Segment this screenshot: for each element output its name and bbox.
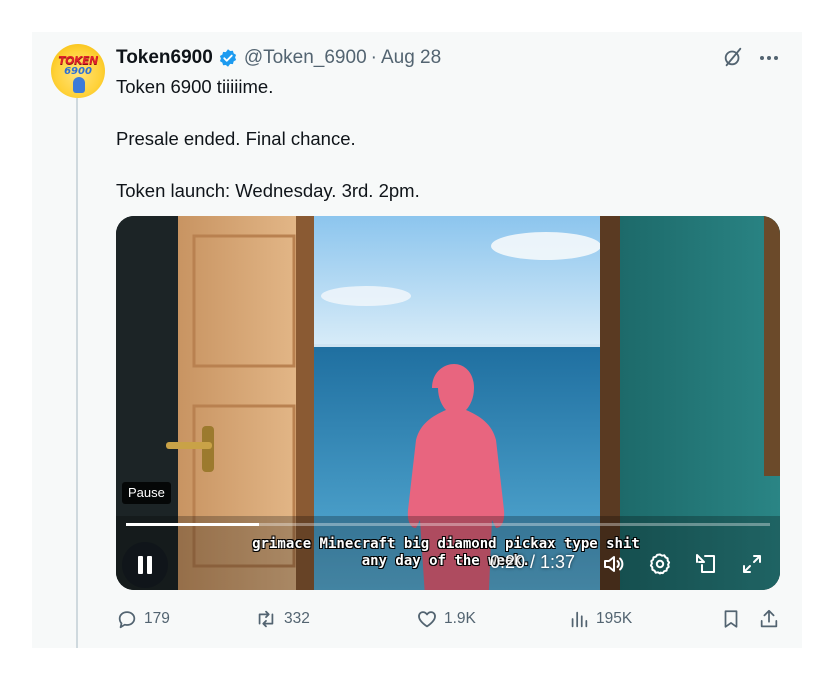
views-count: 195K [596,610,633,627]
video-time: 0:20 / 1:37 [490,552,576,572]
tweet-header: Token6900 @Token_6900 · Aug 28 [116,46,441,70]
avatar-logo-text: TOKEN [58,54,98,67]
share-button[interactable] [758,608,786,630]
like-button[interactable]: 1.9K [416,608,476,630]
repost-icon [258,610,274,628]
subtitle-line: any day of the week. [361,553,531,569]
bookmark-button[interactable] [720,608,748,630]
avatar[interactable]: TOKEN 6900 [51,44,105,98]
views-icon [571,611,588,628]
tweet-text-line: Token 6900 tiiiiime. [116,76,274,97]
bookmark-icon [724,610,738,628]
thread-line [76,98,78,648]
avatar-logo-number: 6900 [64,66,92,77]
reply-button[interactable]: 179 [116,608,170,630]
tweet-text-line: Presale ended. Final chance. [116,128,356,149]
pause-icon [147,556,152,574]
like-count: 1.9K [444,610,476,627]
tweet-date[interactable]: Aug 28 [381,47,441,69]
video-progress-fill [126,523,259,526]
separator-dot: · [370,47,377,68]
verified-badge-icon [219,49,236,67]
video-subtitles: grimace Minecraft big diamond pickax typ… [236,536,656,570]
repost-count: 332 [284,610,310,627]
more-icon[interactable] [758,54,780,62]
pause-tooltip: Pause [122,482,171,504]
avatar-mascot [73,77,85,93]
video-player[interactable]: Pause grimace Minecraft big diamond pick… [116,216,780,590]
reply-icon [118,611,136,629]
repost-button[interactable]: 332 [254,608,310,630]
author-handle[interactable]: @Token_6900 [244,47,367,69]
author-name[interactable]: Token6900 [116,47,213,69]
pause-button[interactable] [122,542,168,588]
grok-icon[interactable] [722,46,744,68]
pip-icon[interactable] [694,552,718,576]
subtitle-line: grimace Minecraft big diamond pickax typ… [252,536,640,552]
views-button[interactable]: 195K [568,608,632,630]
like-icon [418,611,436,628]
share-icon [760,609,778,628]
tweet-actions: 179 332 1.9K 195K [116,608,780,634]
video-frame [116,216,780,590]
tweet-text-line: Token launch: Wednesday. 3rd. 2pm. [116,180,420,201]
settings-icon[interactable] [648,552,672,576]
video-progress-bar[interactable] [126,523,770,526]
reply-count: 179 [144,610,170,627]
volume-icon[interactable] [602,552,626,576]
pause-icon [138,556,143,574]
fullscreen-icon[interactable] [740,552,764,576]
